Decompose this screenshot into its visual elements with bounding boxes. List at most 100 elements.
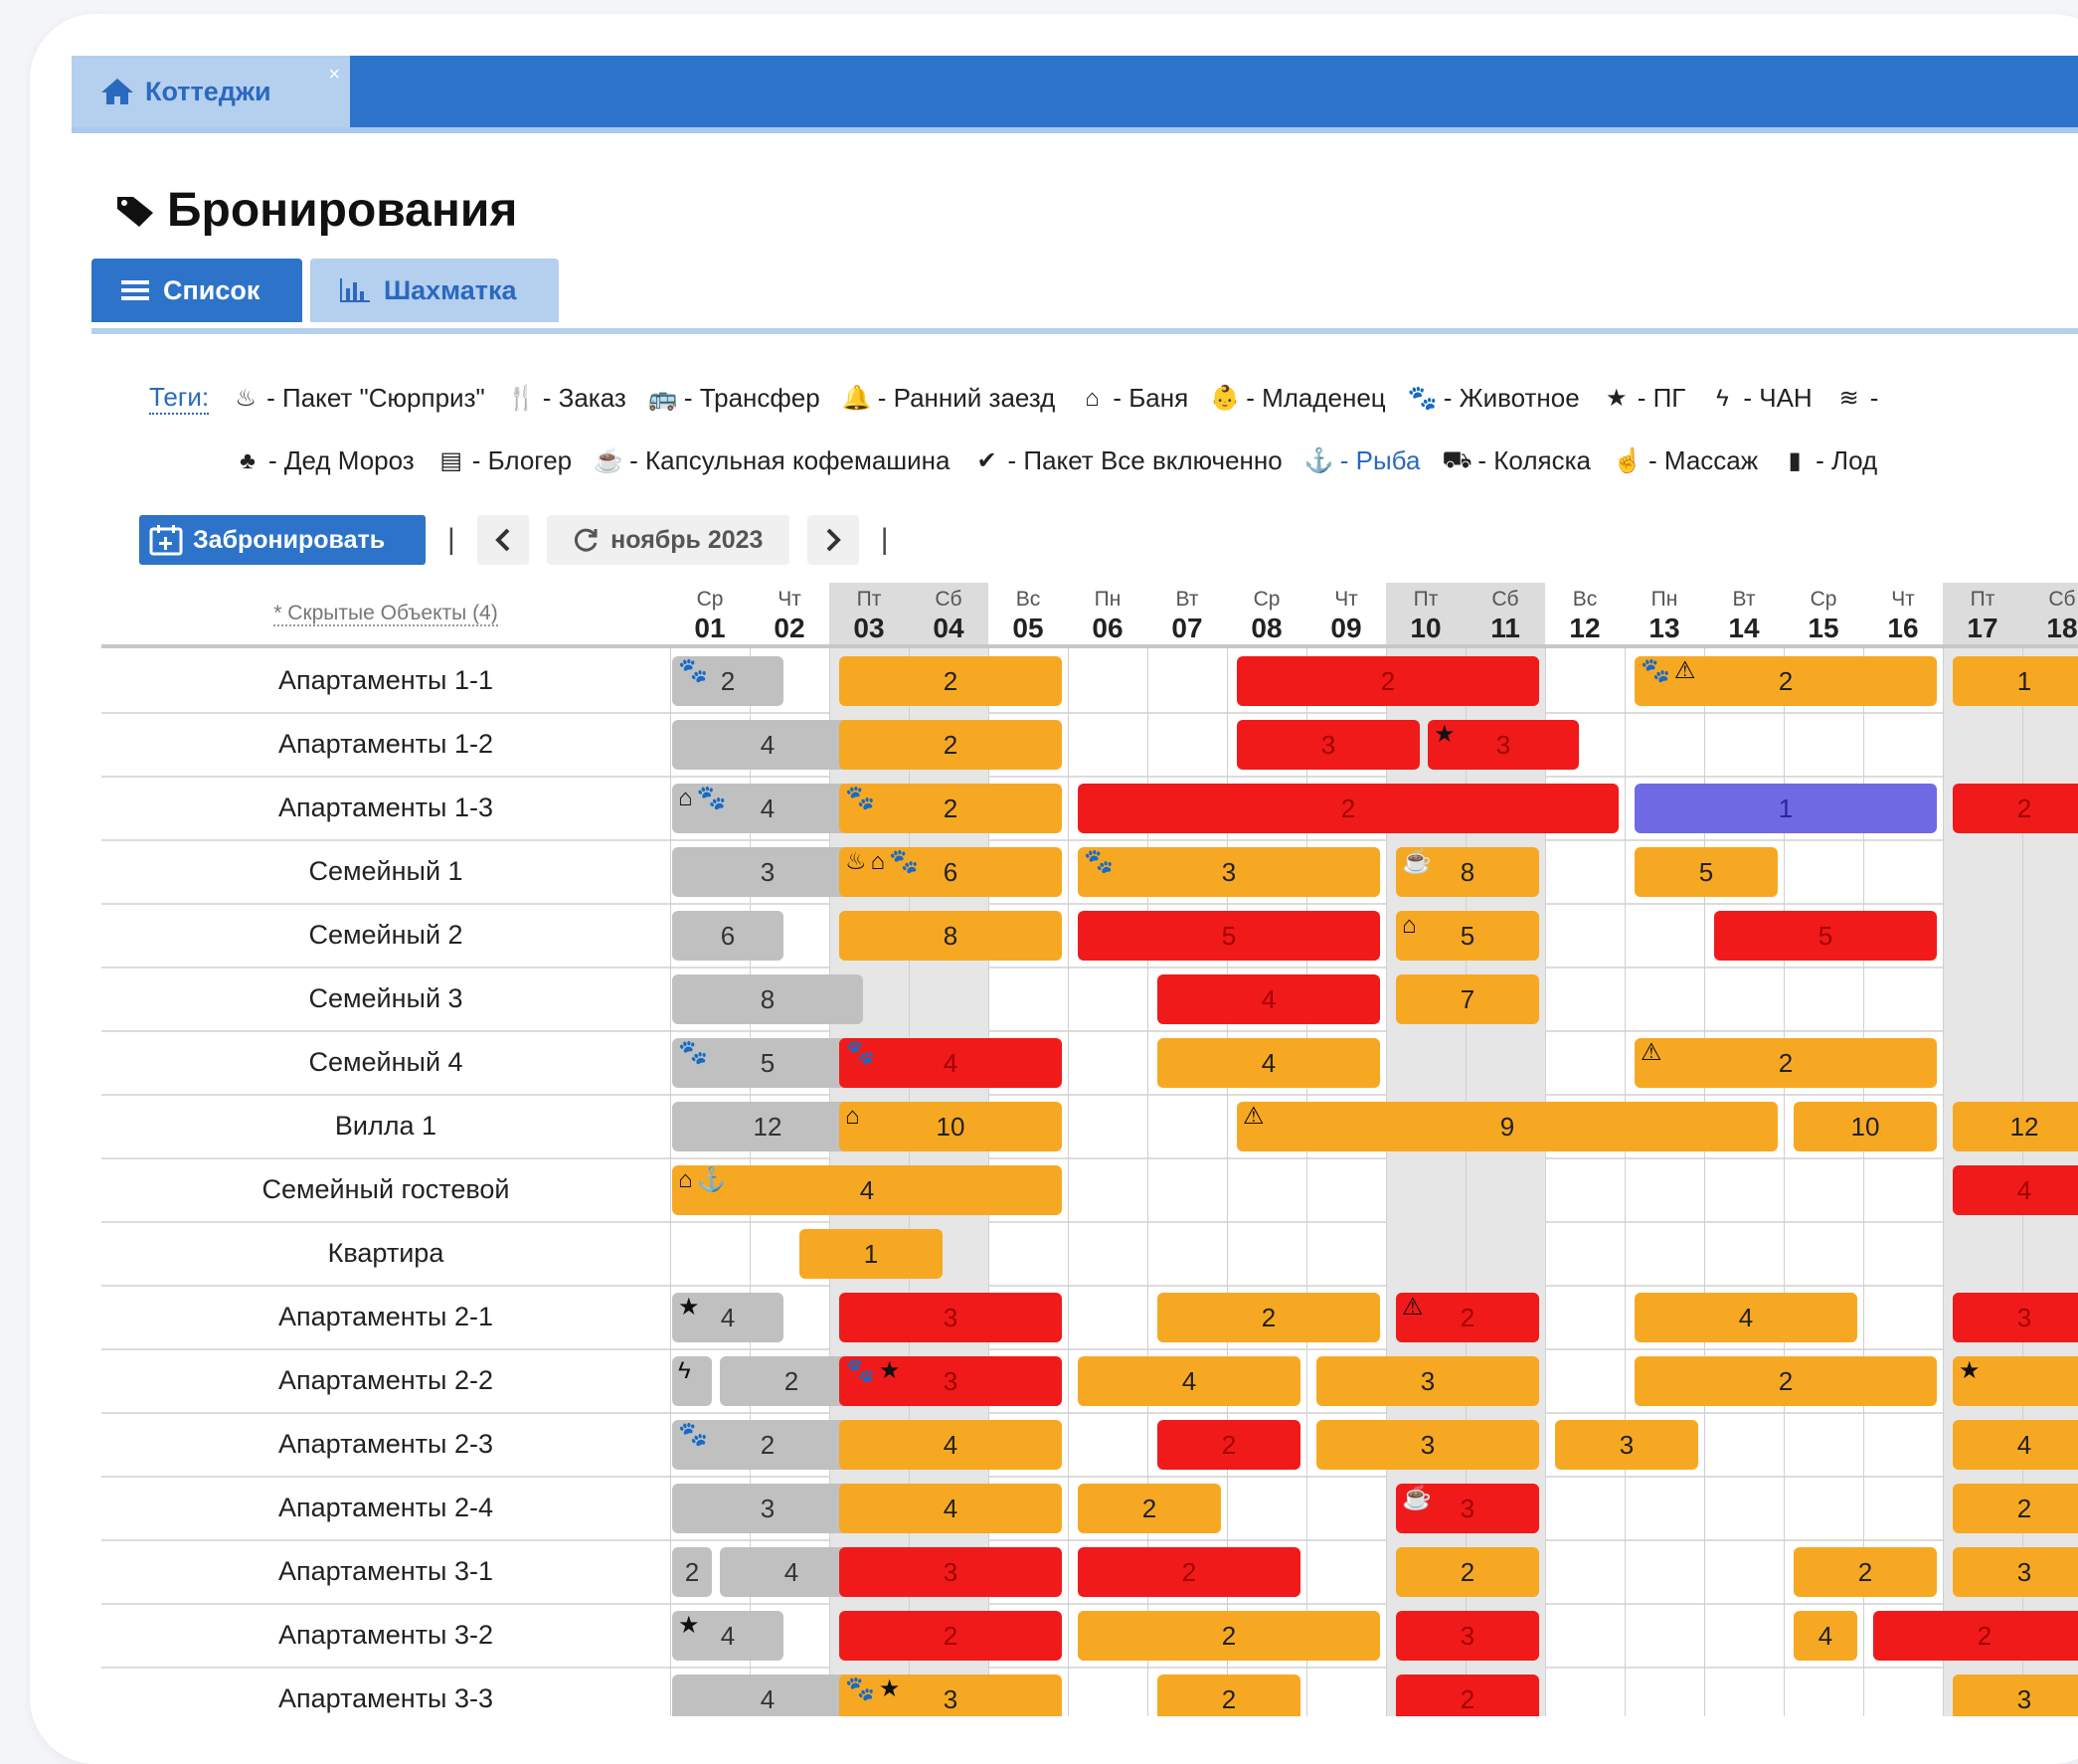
booking-bar[interactable]: 2 [1237, 656, 1539, 706]
booking-bar[interactable]: ⌂🐾 4 [672, 784, 863, 833]
day-cell[interactable] [1784, 1476, 1863, 1539]
day-cell[interactable] [1545, 1285, 1625, 1348]
room-name[interactable]: Апартаменты 1-2 [101, 712, 670, 776]
day-cell[interactable] [1863, 1221, 1943, 1285]
booking-bar[interactable]: 4 [1953, 1420, 2078, 1470]
tab-list[interactable]: Список [91, 259, 302, 322]
room-name[interactable]: Апартаменты 3-1 [101, 1539, 670, 1603]
day-cell[interactable] [1545, 1476, 1625, 1539]
booking-bar[interactable]: ⌂ 5 [1396, 911, 1539, 961]
day-cell[interactable] [1625, 1603, 1704, 1667]
room-name[interactable]: Семейный 3 [101, 967, 670, 1030]
room-name[interactable]: Апартаменты 2-4 [101, 1476, 670, 1539]
day-cell[interactable] [1545, 1348, 1625, 1412]
day-cell[interactable] [1545, 1539, 1625, 1603]
day-cell[interactable] [1625, 1476, 1704, 1539]
day-cell[interactable] [1784, 712, 1863, 776]
book-button[interactable]: Забронировать [139, 515, 426, 565]
day-cell[interactable] [1147, 1094, 1227, 1157]
booking-bar[interactable]: ⚠ 9 [1237, 1102, 1778, 1151]
booking-bar[interactable]: 3 [1953, 1547, 2078, 1597]
booking-bar[interactable]: 2 [1078, 784, 1619, 833]
day-cell[interactable] [1147, 1157, 1227, 1221]
close-icon[interactable]: × [328, 64, 340, 87]
day-cell[interactable] [1227, 1157, 1306, 1221]
booking-bar[interactable]: ★ 4 [672, 1293, 783, 1342]
day-cell[interactable] [1545, 1030, 1625, 1094]
booking-bar[interactable]: 5 [1078, 911, 1380, 961]
booking-bar[interactable]: 3 [1953, 1293, 2078, 1342]
day-cell[interactable] [1625, 967, 1704, 1030]
day-cell[interactable] [1545, 967, 1625, 1030]
room-name[interactable]: Семейный 1 [101, 839, 670, 903]
day-cell[interactable] [1784, 1412, 1863, 1476]
booking-bar[interactable]: 1 [1635, 784, 1937, 833]
day-cell[interactable] [1863, 1667, 1943, 1716]
day-cell[interactable] [1068, 1094, 1147, 1157]
booking-bar[interactable]: ⌂ 10 [839, 1102, 1062, 1151]
day-cell[interactable] [1863, 712, 1943, 776]
booking-bar[interactable]: 2 [839, 1611, 1062, 1661]
booking-bar[interactable]: 1 [1953, 656, 2078, 706]
booking-bar[interactable]: 2 [1157, 1293, 1380, 1342]
day-cell[interactable] [1068, 1412, 1147, 1476]
booking-bar[interactable]: 4 [1635, 1293, 1857, 1342]
booking-bar[interactable]: 4 [1157, 1038, 1380, 1088]
room-name[interactable]: Апартаменты 1-3 [101, 776, 670, 839]
booking-bar[interactable]: 2 [1078, 1484, 1221, 1533]
day-cell[interactable] [1625, 712, 1704, 776]
day-cell[interactable] [1863, 1412, 1943, 1476]
booking-bar[interactable]: 3 [839, 1293, 1062, 1342]
booking-bar[interactable]: ☕ 3 [1396, 1484, 1539, 1533]
booking-bar[interactable]: 2 [1635, 1356, 1937, 1406]
day-cell[interactable] [1545, 648, 1625, 712]
day-cell[interactable] [670, 1221, 750, 1285]
booking-bar[interactable]: 2 [839, 720, 1062, 770]
day-cell[interactable] [1306, 1221, 1386, 1285]
day-cell[interactable] [1784, 1221, 1863, 1285]
booking-bar[interactable]: 2 [1078, 1611, 1380, 1661]
booking-bar[interactable]: ♨⌂🐾 6 [839, 847, 1062, 897]
room-name[interactable]: Семейный 2 [101, 903, 670, 967]
day-cell[interactable] [1306, 1157, 1386, 1221]
booking-bar[interactable]: 2 [1873, 1611, 2078, 1661]
current-month-button[interactable]: ноябрь 2023 [546, 515, 789, 565]
room-name[interactable]: Апартаменты 2-1 [101, 1285, 670, 1348]
day-cell[interactable] [1704, 1603, 1784, 1667]
day-cell[interactable] [1863, 1476, 1943, 1539]
room-name[interactable]: Апартаменты 3-2 [101, 1603, 670, 1667]
booking-bar[interactable]: 4 [1157, 974, 1380, 1024]
day-cell[interactable] [2022, 839, 2078, 903]
booking-bar[interactable]: 2 [1396, 1547, 1539, 1597]
day-cell[interactable] [1306, 1476, 1386, 1539]
booking-bar[interactable]: ⚠ 2 [1396, 1293, 1539, 1342]
booking-bar[interactable]: 🐾 4 [839, 1038, 1062, 1088]
day-cell[interactable] [1625, 903, 1704, 967]
day-cell[interactable] [1545, 1667, 1625, 1716]
booking-bar[interactable]: 4 [1953, 1165, 2078, 1215]
booking-bar[interactable]: ★ 4 [672, 1611, 783, 1661]
booking-bar[interactable]: 2 [1953, 1484, 2078, 1533]
day-cell[interactable] [1068, 967, 1147, 1030]
day-cell[interactable] [1068, 1285, 1147, 1348]
room-name[interactable]: Семейный 4 [101, 1030, 670, 1094]
day-cell[interactable] [1068, 712, 1147, 776]
booking-bar[interactable]: 🐾★ 3 [839, 1356, 1062, 1406]
tab-cottages[interactable]: Коттеджи × [72, 56, 350, 127]
day-cell[interactable] [1863, 1157, 1943, 1221]
day-cell[interactable] [1704, 1476, 1784, 1539]
day-cell[interactable] [1784, 839, 1863, 903]
booking-bar[interactable]: 🐾⚠ 2 [1635, 656, 1937, 706]
day-cell[interactable] [1386, 1157, 1466, 1221]
room-name[interactable]: Апартаменты 1-1 [101, 648, 670, 712]
day-cell[interactable] [1625, 1221, 1704, 1285]
booking-bar[interactable]: 4 [1078, 1356, 1300, 1406]
booking-bar[interactable]: 2 [1157, 1675, 1300, 1716]
booking-bar[interactable]: 7 [1396, 974, 1539, 1024]
booking-bar[interactable]: 2 [1157, 1420, 1300, 1470]
room-name[interactable]: Семейный гостевой [101, 1157, 670, 1221]
tab-chess[interactable]: Шахматка [310, 259, 559, 322]
day-cell[interactable] [1545, 1221, 1625, 1285]
day-cell[interactable] [1863, 839, 1943, 903]
day-cell[interactable] [2022, 1221, 2078, 1285]
